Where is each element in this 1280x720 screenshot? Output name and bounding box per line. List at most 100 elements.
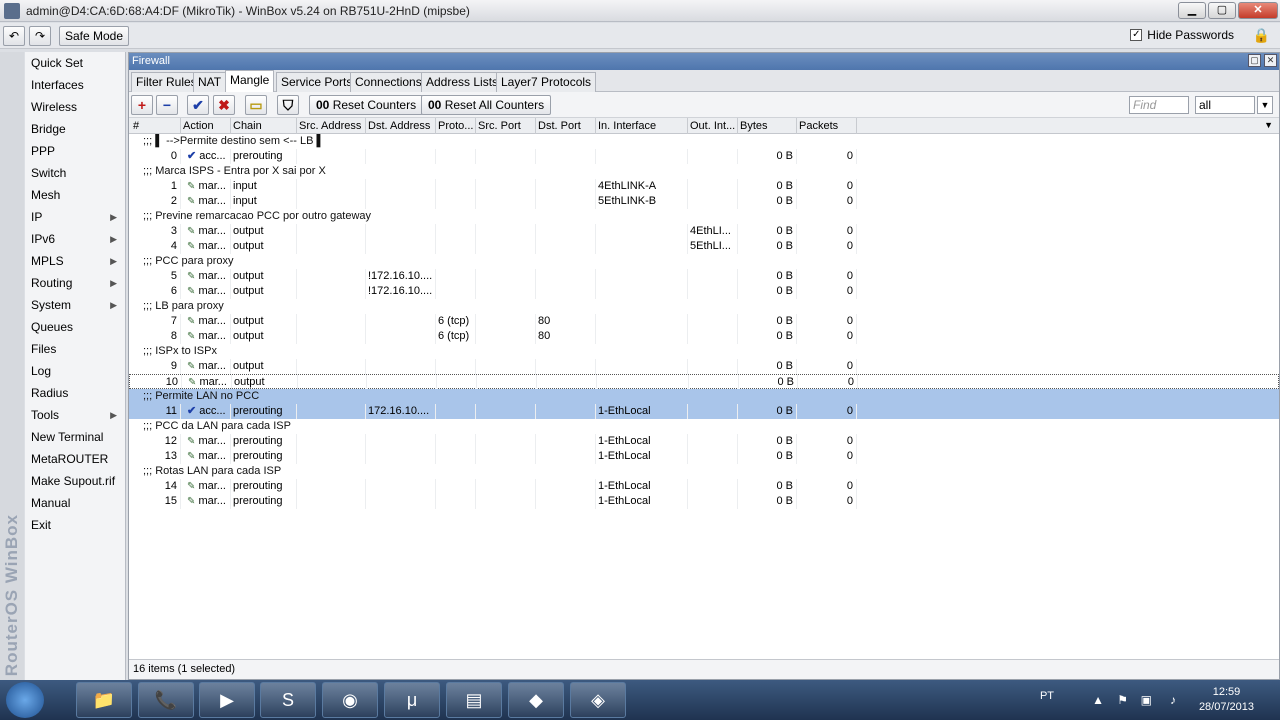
- safe-mode-button[interactable]: Safe Mode: [59, 26, 129, 46]
- table-row[interactable]: 1 ✎ mar... input 4EthLINK-A 0 B0: [129, 179, 1279, 194]
- table-row[interactable]: 15 ✎ mar... prerouting 1-EthLocal 0 B0: [129, 494, 1279, 509]
- start-button[interactable]: [6, 682, 44, 718]
- maximize-button[interactable]: ▢: [1208, 2, 1236, 19]
- comment-row[interactable]: ;;; ▌ -->Permite destino sem <-- LB ▌: [129, 134, 1279, 149]
- table-row[interactable]: 13 ✎ mar... prerouting 1-EthLocal 0 B0: [129, 449, 1279, 464]
- notepad-icon[interactable]: ▤: [446, 682, 502, 718]
- action-center-icon[interactable]: ⚑: [1117, 693, 1128, 707]
- show-hidden-icons-icon[interactable]: ▲: [1092, 693, 1104, 707]
- column-header[interactable]: Action: [181, 118, 231, 134]
- firewall-maximize-button[interactable]: ▢: [1248, 54, 1261, 67]
- skype-icon[interactable]: S: [260, 682, 316, 718]
- column-header[interactable]: Src. Address: [297, 118, 366, 134]
- column-header[interactable]: Dst. Port: [536, 118, 596, 134]
- volume-icon[interactable]: ♪: [1170, 693, 1176, 707]
- comment-row[interactable]: ;;; Previne remarcacao PCC por outro gat…: [129, 209, 1279, 224]
- minimize-button[interactable]: ▁: [1178, 2, 1206, 19]
- sidebar-item-ip[interactable]: IP ▶: [25, 206, 125, 228]
- comment-button[interactable]: ▭: [245, 95, 267, 115]
- sidebar-item-new-terminal[interactable]: New Terminal: [25, 426, 125, 448]
- tab-filter-rules[interactable]: Filter Rules: [131, 72, 202, 92]
- filter-button[interactable]: ⛉: [277, 95, 299, 115]
- column-header[interactable]: Chain: [231, 118, 297, 134]
- sidebar-item-radius[interactable]: Radius: [25, 382, 125, 404]
- table-row[interactable]: 8 ✎ mar... output 6 (tcp) 80 0 B0: [129, 329, 1279, 344]
- comment-row[interactable]: ;;; Permite LAN no PCC: [129, 389, 1279, 404]
- undo-button[interactable]: ↶: [3, 26, 25, 46]
- comment-row[interactable]: ;;; Rotas LAN para cada ISP: [129, 464, 1279, 479]
- filter-dropdown-icon[interactable]: ▼: [1257, 96, 1273, 114]
- chrome-icon[interactable]: ◉: [322, 682, 378, 718]
- sidebar-item-metarouter[interactable]: MetaROUTER: [25, 448, 125, 470]
- sidebar-item-interfaces[interactable]: Interfaces: [25, 74, 125, 96]
- column-header[interactable]: #: [131, 118, 181, 134]
- redo-button[interactable]: ↷: [29, 26, 51, 46]
- sidebar-item-wireless[interactable]: Wireless: [25, 96, 125, 118]
- sidebar-item-files[interactable]: Files: [25, 338, 125, 360]
- sidebar-item-exit[interactable]: Exit: [25, 514, 125, 536]
- language-indicator[interactable]: PT: [1040, 690, 1054, 702]
- table-row[interactable]: 0 ✔ acc... prerouting 0 B0: [129, 149, 1279, 164]
- table-row[interactable]: 11 ✔ acc... prerouting 172.16.10.... 1-EthLo…: [129, 404, 1279, 419]
- sidebar-item-switch[interactable]: Switch: [25, 162, 125, 184]
- tab-service-ports[interactable]: Service Ports: [276, 72, 358, 92]
- clock[interactable]: 12:59 28/07/2013: [1199, 685, 1254, 715]
- table-row[interactable]: 5 ✎ mar... output !172.16.10.... 0 B0: [129, 269, 1279, 284]
- sidebar-item-quick-set[interactable]: Quick Set: [25, 52, 125, 74]
- table-row[interactable]: 6 ✎ mar... output !172.16.10.... 0 B0: [129, 284, 1279, 299]
- sidebar-item-make-supout-rif[interactable]: Make Supout.rif: [25, 470, 125, 492]
- app-icon[interactable]: ◈: [570, 682, 626, 718]
- network-icon[interactable]: ▣: [1141, 693, 1152, 707]
- table-row[interactable]: 4 ✎ mar... output 5EthLI... 0 B0: [129, 239, 1279, 254]
- utorrent-icon[interactable]: μ: [384, 682, 440, 718]
- winbox-icon[interactable]: ◆: [508, 682, 564, 718]
- tab-connections[interactable]: Connections: [350, 72, 427, 92]
- hide-passwords-toggle[interactable]: ✓ Hide Passwords: [1130, 28, 1234, 42]
- hide-passwords-checkbox[interactable]: ✓: [1130, 29, 1143, 41]
- column-header[interactable]: Src. Port: [476, 118, 536, 134]
- column-header[interactable]: Bytes: [738, 118, 797, 134]
- sidebar-item-routing[interactable]: Routing ▶: [25, 272, 125, 294]
- filter-select[interactable]: all: [1195, 96, 1255, 114]
- remove-button[interactable]: −: [156, 95, 178, 115]
- table-row[interactable]: 3 ✎ mar... output 4EthLI... 0 B0: [129, 224, 1279, 239]
- sidebar-item-ipv6[interactable]: IPv6 ▶: [25, 228, 125, 250]
- tab-mangle[interactable]: Mangle: [225, 70, 275, 93]
- comment-row[interactable]: ;;; Marca ISPS - Entra por X sai por X: [129, 164, 1279, 179]
- tab-layer7-protocols[interactable]: Layer7 Protocols: [496, 72, 597, 92]
- column-header[interactable]: Out. Int...: [688, 118, 738, 134]
- comment-row[interactable]: ;;; LB para proxy: [129, 299, 1279, 314]
- table-row[interactable]: 2 ✎ mar... input 5EthLINK-B 0 B0: [129, 194, 1279, 209]
- reset-all-counters-button[interactable]: 00 Reset All Counters: [421, 95, 552, 115]
- table-row[interactable]: 14 ✎ mar... prerouting 1-EthLocal 0 B0: [129, 479, 1279, 494]
- sidebar-item-system[interactable]: System ▶: [25, 294, 125, 316]
- tab-address-lists[interactable]: Address Lists: [421, 72, 504, 92]
- column-header[interactable]: Packets: [797, 118, 857, 134]
- table-row[interactable]: 12 ✎ mar... prerouting 1-EthLocal 0 B0: [129, 434, 1279, 449]
- table-row[interactable]: 7 ✎ mar... output 6 (tcp) 80 0 B0: [129, 314, 1279, 329]
- table-row[interactable]: 9 ✎ mar... output 0 B0: [129, 359, 1279, 374]
- reset-counters-button[interactable]: 00 Reset Counters: [309, 95, 424, 115]
- column-header[interactable]: Proto...: [436, 118, 476, 134]
- explorer-icon[interactable]: 📁: [76, 682, 132, 718]
- sidebar-item-manual[interactable]: Manual: [25, 492, 125, 514]
- firewall-close-button[interactable]: ✕: [1264, 54, 1277, 67]
- sidebar-item-log[interactable]: Log: [25, 360, 125, 382]
- tab-nat[interactable]: NAT: [193, 72, 227, 92]
- sidebar-item-bridge[interactable]: Bridge: [25, 118, 125, 140]
- column-header[interactable]: In. Interface: [596, 118, 688, 134]
- add-button[interactable]: +: [131, 95, 153, 115]
- sidebar-item-ppp[interactable]: PPP: [25, 140, 125, 162]
- find-input[interactable]: Find: [1129, 96, 1189, 114]
- sidebar-item-mpls[interactable]: MPLS ▶: [25, 250, 125, 272]
- close-button[interactable]: ✕: [1238, 2, 1278, 19]
- enable-button[interactable]: ✔: [187, 95, 209, 115]
- disable-button[interactable]: ✖: [213, 95, 235, 115]
- phone-icon[interactable]: 📞: [138, 682, 194, 718]
- sidebar-item-tools[interactable]: Tools ▶: [25, 404, 125, 426]
- comment-row[interactable]: ;;; ISPx to ISPx: [129, 344, 1279, 359]
- comment-row[interactable]: ;;; PCC da LAN para cada ISP: [129, 419, 1279, 434]
- column-header[interactable]: Dst. Address: [366, 118, 436, 134]
- column-chooser-icon[interactable]: ▼: [1264, 120, 1273, 130]
- sidebar-item-mesh[interactable]: Mesh: [25, 184, 125, 206]
